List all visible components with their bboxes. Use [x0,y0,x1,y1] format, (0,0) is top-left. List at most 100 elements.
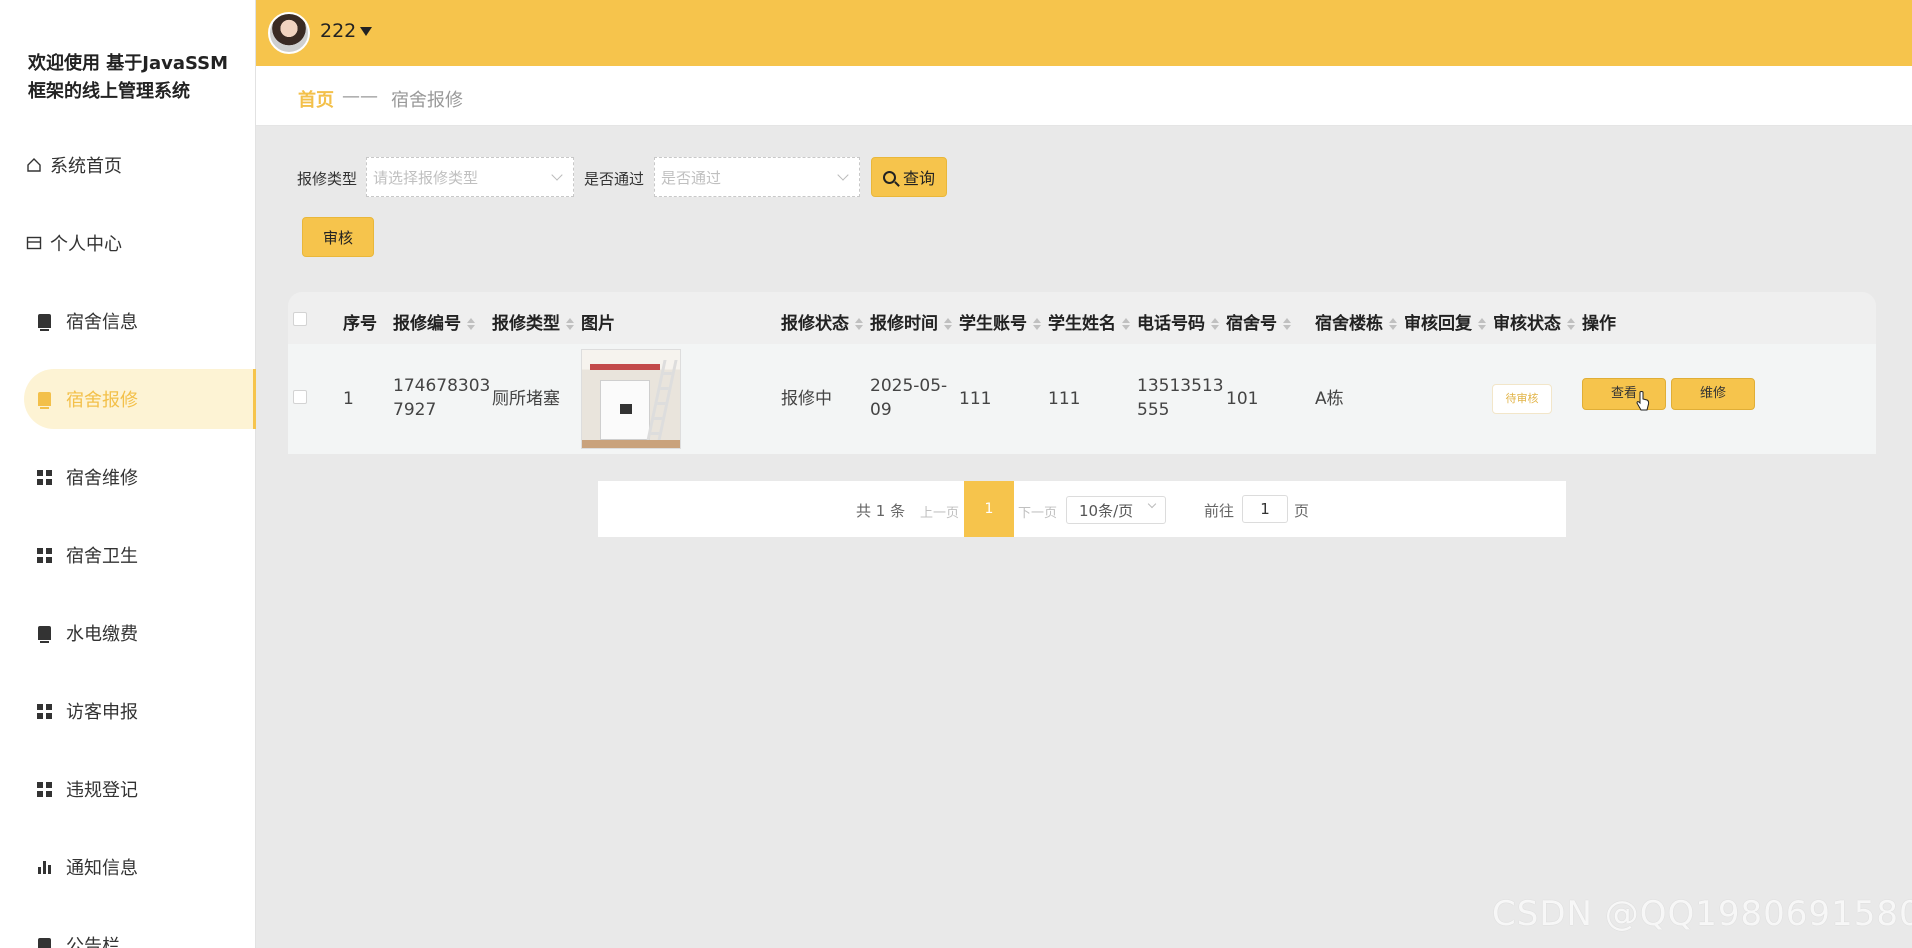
hand-cursor-icon [1636,391,1650,411]
sort-icon [1567,318,1575,330]
bar-chart-icon [34,857,54,877]
breadcrumb-separator: —— [342,86,378,107]
repair-type-label: 报修类型 [297,170,358,188]
repair-button[interactable]: 维修 [1671,378,1755,410]
row-checkbox[interactable] [293,390,307,404]
sidebar-item-visitor-report[interactable]: 访客申报 [24,681,256,741]
audit-status-badge: 待审核 [1492,384,1552,414]
sidebar-item-label: 个人中心 [50,234,122,255]
page-size-value: 10条/页 [1079,502,1134,520]
sidebar-item-label: 宿舍信息 [66,312,138,333]
goto-page-input[interactable]: 1 [1242,495,1288,523]
home-icon [24,155,44,175]
sidebar-item-label: 系统首页 [50,156,122,177]
student-account: 111 [959,389,992,409]
building: A栋 [1315,389,1344,409]
grid-icon [34,779,54,799]
column-header-sortable[interactable]: 电话号码 [1137,309,1219,334]
sidebar-item-label: 宿舍卫生 [66,546,138,567]
sidebar-item-dorm-repair[interactable]: 宿舍报修 [24,369,256,429]
document-icon [34,623,54,643]
column-header: 序号 [343,314,377,334]
column-header-label: 报修编号 [393,314,461,334]
repair-table: 序号 报修编号 报修类型 图片 报修状态 报修时间 学生账号 学生姓名 电话号码… [288,292,1876,462]
column-header-sortable[interactable]: 报修类型 [492,309,574,334]
page-size-select[interactable]: 10条/页 [1066,496,1166,524]
column-header-label: 学生姓名 [1048,314,1116,334]
sidebar-item-dorm-info[interactable]: 宿舍信息 [24,291,256,351]
username[interactable]: 222 [320,20,356,42]
column-header-sortable[interactable]: 审核回复 [1404,309,1486,334]
breadcrumb: 首页 —— 宿舍报修 [256,66,1912,126]
sidebar-item-label: 违规登记 [66,780,138,801]
chevron-down-icon [837,169,849,181]
column-header-sortable[interactable]: 报修状态 [781,309,863,334]
repair-photo[interactable] [581,349,681,449]
sort-icon [1122,318,1130,330]
phone-number-line: 13513513 [1137,376,1224,396]
document-icon [34,935,54,948]
pagination: 共 1 条 上一页 1 下一页 10条/页 前往 1 页 [598,481,1566,537]
grid-icon [34,467,54,487]
column-header-label: 报修状态 [781,314,849,334]
column-header-label: 宿舍号 [1226,314,1277,334]
column-header-sortable[interactable]: 宿舍楼栋 [1315,309,1397,334]
goto-label: 前往 [1204,502,1235,520]
phone-number-line: 555 [1137,400,1170,420]
query-button-label: 查询 [902,169,935,188]
audit-button-label: 审核 [322,228,353,247]
sort-icon [1389,318,1397,330]
sidebar-item-violation[interactable]: 违规登记 [24,759,256,819]
column-header-sortable[interactable]: 报修编号 [393,309,475,334]
pass-placeholder: 是否通过 [661,169,722,187]
sort-icon [855,318,863,330]
prev-page-button[interactable]: 上一页 [920,502,959,521]
row-index: 1 [343,389,354,409]
column-header-sortable[interactable]: 宿舍号 [1226,309,1291,334]
column-header-sortable[interactable]: 审核状态 [1493,309,1575,334]
watermark: CSDN @QQ1980691580 [1492,894,1912,934]
sort-icon [1283,318,1291,330]
caret-down-icon[interactable] [360,27,372,36]
column-header-label: 报修类型 [492,314,560,334]
repair-status: 报修中 [781,389,832,409]
pass-select[interactable]: 是否通过 [654,157,860,197]
page-unit-label: 页 [1294,502,1310,520]
grid-icon [34,545,54,565]
sidebar-item-label: 水电缴费 [66,624,138,645]
profile-icon [24,233,44,253]
next-page-button[interactable]: 下一页 [1018,502,1057,521]
repair-time-line: 09 [870,400,892,420]
sidebar-item-home[interactable]: 系统首页 [24,135,256,195]
sidebar-item-dorm-maintenance[interactable]: 宿舍维修 [24,447,256,507]
column-header-sortable[interactable]: 学生账号 [959,309,1041,334]
repair-type-select[interactable]: 请选择报修类型 [366,157,574,197]
sidebar-item-dorm-hygiene[interactable]: 宿舍卫生 [24,525,256,585]
sort-icon [566,318,574,330]
column-header-sortable[interactable]: 报修时间 [870,309,952,334]
column-header-label: 审核状态 [1493,314,1561,334]
select-all-checkbox[interactable] [293,312,307,326]
page-1-button[interactable]: 1 [964,481,1014,537]
grid-icon [34,701,54,721]
sidebar-item-profile[interactable]: 个人中心 [24,213,256,273]
sidebar-item-label: 宿舍报修 [66,390,138,411]
breadcrumb-home[interactable]: 首页 [298,86,334,112]
sidebar-item-notice[interactable]: 通知信息 [24,837,256,897]
column-header-sortable[interactable]: 学生姓名 [1048,309,1130,334]
sort-icon [1211,318,1219,330]
audit-button[interactable]: 审核 [302,217,374,257]
sidebar-item-bulletin[interactable]: 公告栏 [24,915,256,948]
sidebar: 欢迎使用 基于JavaSSM框架的线上管理系统 系统首页 个人中心 宿舍信息 宿… [0,0,256,948]
student-name: 111 [1048,389,1081,409]
column-header: 操作 [1582,314,1616,334]
document-icon [34,311,54,331]
query-button[interactable]: 查询 [871,157,947,197]
sidebar-item-utility-payment[interactable]: 水电缴费 [24,603,256,663]
sort-icon [944,318,952,330]
repair-time: 2025-05- 09 [870,374,947,422]
column-header-label: 宿舍楼栋 [1315,314,1383,334]
view-button[interactable]: 查看 [1582,378,1666,410]
dorm-number: 101 [1226,389,1259,409]
avatar[interactable] [268,12,310,54]
